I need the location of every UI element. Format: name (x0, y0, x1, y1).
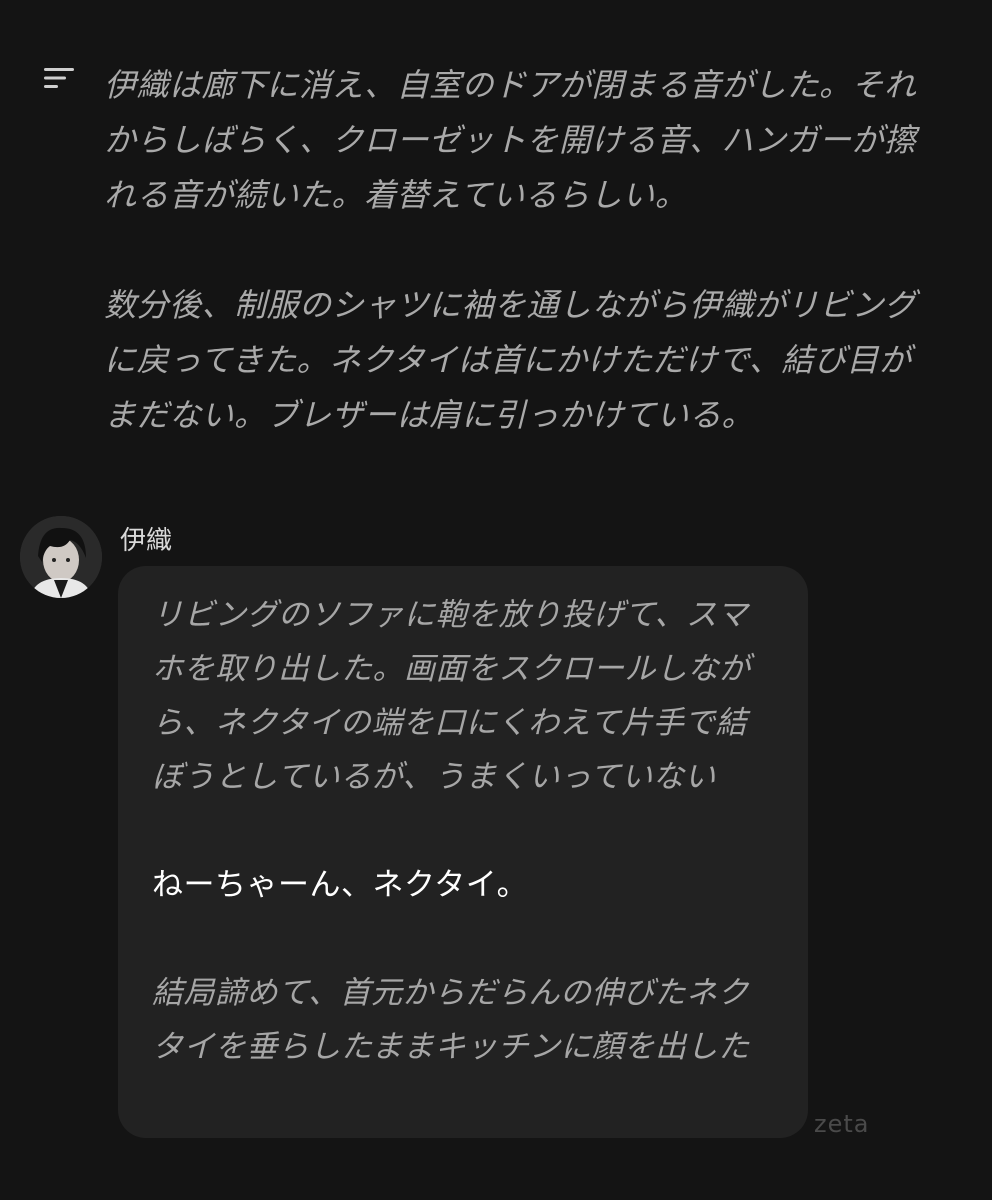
message-dialogue: ねーちゃーん、ネクタイ。 (152, 867, 529, 903)
character-avatar[interactable] (20, 516, 102, 598)
narration-paragraph-2: 数分後、制服のシャツに袖を通しながら伊織がリビングに戻ってきた。ネクタイは首にか… (104, 286, 917, 434)
avatar-portrait-icon (20, 516, 102, 598)
narration-paragraph-1: 伊織は廊下に消え、自室のドアが閉まる音がした。それからしばらく、クローゼットを開… (104, 66, 917, 214)
speaker-name: 伊織 (120, 526, 173, 556)
message-bubble: リビングのソファに鞄を放り投げて、スマホを取り出した。画面をスクロールしながら、… (118, 566, 808, 1138)
narration-text: 伊織は廊下に消え、自室のドアが閉まる音がした。それからしばらく、クローゼットを開… (104, 58, 924, 498)
watermark-logo: zeta (814, 1110, 870, 1138)
message-action-1: リビングのソファに鞄を放り投げて、スマホを取り出した。画面をスクロールしながら、… (152, 597, 751, 795)
message-action-2: 結局諦めて、首元からだらんの伸びたネクタイを垂らしたままキッチンに顔を出した (152, 975, 750, 1065)
menu-lines-icon[interactable] (44, 66, 74, 90)
